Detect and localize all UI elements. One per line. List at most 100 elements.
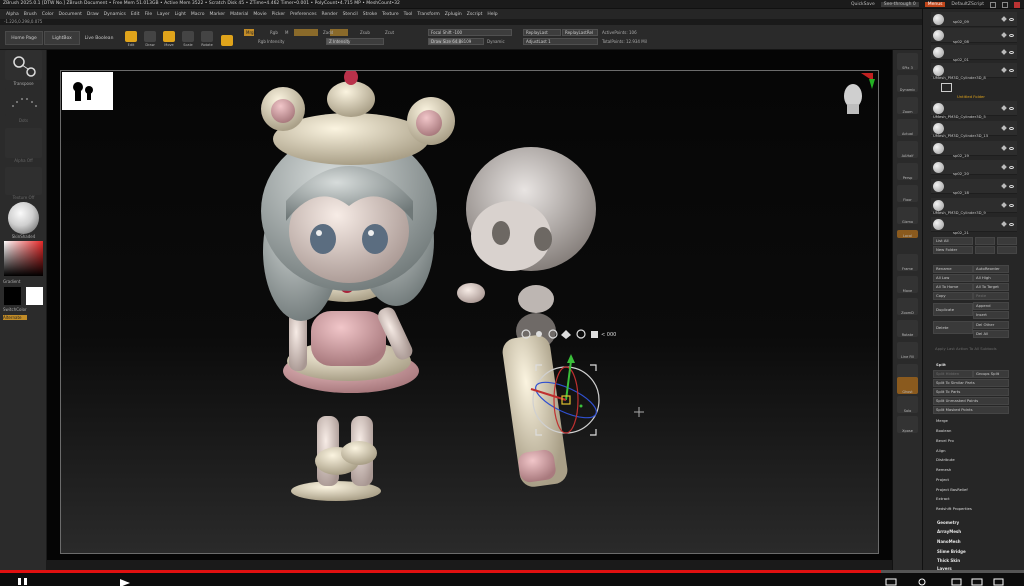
edit-pen-icon[interactable] [1001, 16, 1007, 22]
bevel-pro-section[interactable]: Bevel Pro [936, 438, 954, 443]
split-hidden-button[interactable]: Split Hidden [933, 370, 973, 378]
secondary-color-swatch[interactable] [26, 287, 43, 305]
arrow-up-icon[interactable] [975, 246, 995, 254]
maximize-icon[interactable] [1002, 1, 1008, 8]
menu-transform[interactable]: Transform [417, 12, 439, 17]
project-basrelief-section[interactable]: Project BasRelief [936, 487, 968, 492]
split-to-parts-button[interactable]: Split To Parts [933, 388, 1009, 396]
default-zscript-button[interactable]: DefaultZScript [951, 2, 984, 7]
menu-zscript[interactable]: Zscript [467, 12, 483, 17]
miniplayer-icon[interactable] [951, 578, 962, 586]
menu-render[interactable]: Render [322, 12, 338, 17]
subtool-item[interactable] [931, 217, 1017, 232]
minimize-icon[interactable] [990, 1, 996, 8]
list-all-button[interactable]: List All [933, 237, 973, 245]
spix-button[interactable]: SPix 3 [897, 53, 918, 70]
texture-button[interactable] [5, 167, 42, 195]
see-through-slider[interactable]: See-through 0 [880, 2, 919, 7]
autoreorder-button[interactable]: AutoReorder [973, 265, 1009, 273]
append-button[interactable]: Append [973, 302, 1009, 310]
menu-layer[interactable]: Layer [157, 12, 170, 17]
pause-icon[interactable] [18, 578, 21, 585]
zcut-label[interactable]: Zcut [385, 30, 394, 35]
subtool-item[interactable] [931, 28, 1017, 43]
settings-icon[interactable] [918, 578, 926, 586]
rename-button[interactable]: Rename [933, 265, 973, 273]
all-to-target-button[interactable]: All To Target [973, 283, 1009, 291]
split-similar-parts-button[interactable]: Split To Similar Parts [933, 379, 1009, 387]
delete-button[interactable]: Delete [933, 321, 973, 334]
subtool-item[interactable] [931, 141, 1017, 156]
color-picker[interactable] [4, 241, 43, 276]
navigation-head-icon[interactable] [844, 73, 875, 114]
move-up-icon[interactable] [975, 237, 995, 245]
del-all-button[interactable]: Del All [973, 330, 1009, 338]
project-section[interactable]: Project [936, 477, 949, 482]
menu-brush[interactable]: Brush [24, 12, 37, 17]
floor-button[interactable]: Floor [897, 185, 918, 202]
boolean-section[interactable]: Boolean [936, 428, 951, 433]
menu-marker[interactable]: Marker [210, 12, 226, 17]
del-other-button[interactable]: Del Other [973, 321, 1009, 329]
visibility-eye-icon[interactable] [1009, 204, 1014, 207]
edit-pen-icon[interactable] [1001, 202, 1007, 208]
split-masked-button[interactable]: Split Masked Points [933, 406, 1009, 414]
edit-pen-icon[interactable] [1001, 125, 1007, 131]
edit-pen-icon[interactable] [1001, 105, 1007, 111]
menu-draw[interactable]: Draw [87, 12, 99, 17]
replay-last-button[interactable]: ReplayLast [523, 29, 561, 36]
edit-pen-icon[interactable] [1001, 49, 1007, 55]
split-unmasked-button[interactable]: Split Unmasked Points [933, 397, 1009, 405]
all-to-home-button[interactable]: All To Home [933, 283, 973, 291]
rotate-view-button[interactable]: Rotate [897, 320, 918, 337]
menu-edit[interactable]: Edit [131, 12, 140, 17]
visibility-eye-icon[interactable] [1009, 69, 1014, 72]
ghost-button[interactable]: Ghost [897, 377, 918, 394]
gizmo-lock-icon[interactable] [591, 331, 598, 338]
split-section-header[interactable]: Split [936, 362, 946, 367]
folder-name[interactable]: Untitled Folder [957, 94, 985, 99]
material-swatch[interactable] [8, 202, 39, 234]
rgb-label[interactable]: Rgb [270, 30, 278, 35]
menu-movie[interactable]: Movie [253, 12, 266, 17]
transpose-button[interactable] [5, 50, 42, 80]
all-low-button[interactable]: All Low [933, 274, 973, 282]
gizmo-home-icon[interactable] [561, 330, 571, 339]
home-page-button[interactable]: Home Page [5, 31, 43, 45]
menu-zplugin[interactable]: Zplugin [445, 12, 462, 17]
visibility-eye-icon[interactable] [1009, 185, 1014, 188]
redshift-properties-section[interactable]: Redshift Properties [936, 506, 972, 511]
switch-color-button[interactable]: SwitchColor [3, 307, 44, 312]
arrow-down-icon[interactable] [997, 246, 1017, 254]
edit-pen-icon[interactable] [1001, 164, 1007, 170]
close-icon[interactable] [1014, 1, 1020, 8]
replay-last-rel-button[interactable]: ReplayLastRel [562, 29, 598, 36]
menu-dynamics[interactable]: Dynamics [104, 12, 126, 17]
linefill-button[interactable]: Line Fill [897, 342, 918, 359]
arraymesh-menu[interactable]: ArrayMesh [937, 529, 961, 534]
alpha-button[interactable] [5, 128, 42, 158]
dynamic-view-button[interactable]: Dynamic [897, 75, 918, 92]
menu-texture[interactable]: Texture [382, 12, 398, 17]
menu-color[interactable]: Color [42, 12, 54, 17]
thick-skin-menu[interactable]: Thick Skin [937, 558, 960, 563]
xpose-button[interactable]: Xpose [897, 416, 918, 433]
menu-preferences[interactable]: Preferences [290, 12, 316, 17]
edit-pen-icon[interactable] [1001, 221, 1007, 227]
zoom-button[interactable]: Zoom [897, 97, 918, 114]
menu-macro[interactable]: Macro [191, 12, 205, 17]
aahalf-button[interactable]: AAHalf [897, 141, 918, 158]
edit-pen-icon[interactable] [1001, 145, 1007, 151]
persp-button[interactable]: Persp [897, 163, 918, 180]
subtool-item[interactable] [931, 179, 1017, 194]
new-folder-button[interactable]: New Folder [933, 246, 973, 254]
insert-button[interactable]: Insert [973, 311, 1009, 319]
menu-file[interactable]: File [145, 12, 153, 17]
rgb-intensity-slider[interactable]: Rgb Intensity [258, 39, 285, 44]
gizmo-button[interactable]: Gizmo [897, 207, 918, 224]
menu-document[interactable]: Document [59, 12, 82, 17]
paste-button[interactable]: Paste [973, 292, 1009, 300]
visibility-eye-icon[interactable] [1009, 127, 1014, 130]
nanomesh-menu[interactable]: NanoMesh [937, 539, 961, 544]
subtool-item[interactable] [931, 160, 1017, 175]
